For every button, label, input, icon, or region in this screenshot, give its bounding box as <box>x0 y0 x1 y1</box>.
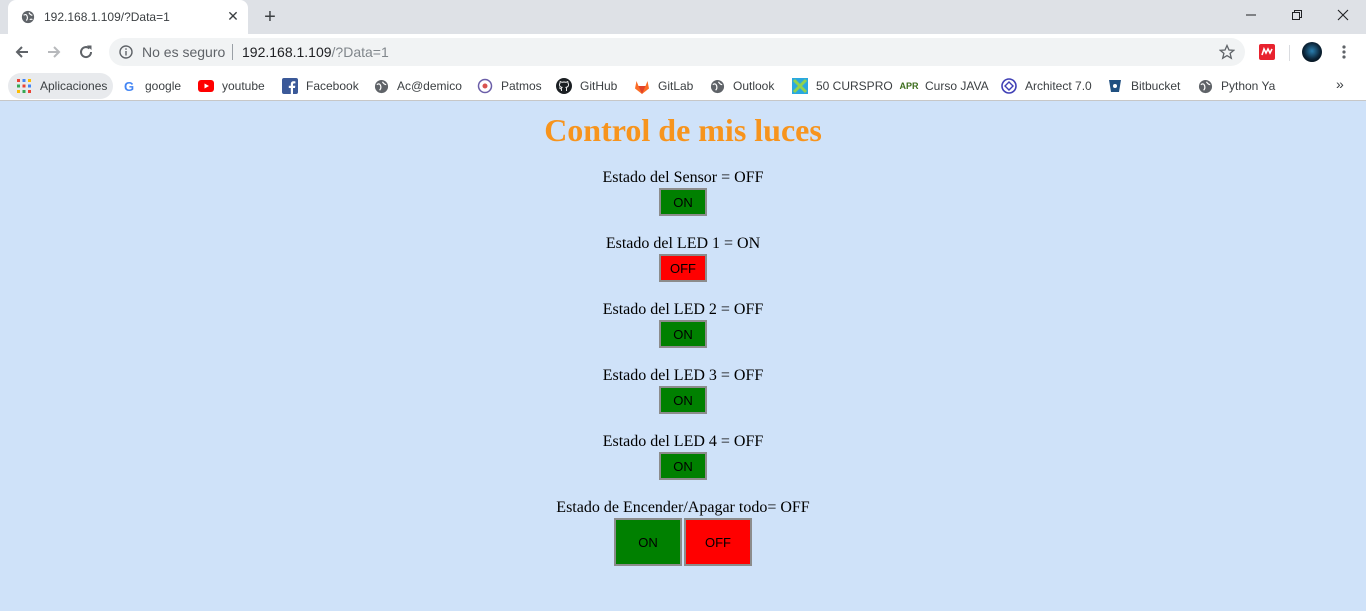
bookmark-label: Aplicaciones <box>40 79 108 93</box>
cursos-icon <box>792 78 808 94</box>
bitbucket-icon <box>1107 78 1123 94</box>
page-title: Control de mis luces <box>544 112 822 148</box>
info-icon[interactable] <box>119 45 133 59</box>
title-bar: 192.168.1.109/?Data=1 ✕ + <box>0 0 1366 34</box>
sensor-status-label: Estado del Sensor = OFF <box>602 169 764 186</box>
bookmark-youtube[interactable]: youtube <box>198 73 265 99</box>
facebook-icon <box>282 78 298 94</box>
bookmark-label: Curso JAVA <box>925 79 989 93</box>
led1-off-button[interactable]: OFF <box>659 254 707 282</box>
bookmark-outlook[interactable]: Outlook <box>709 73 774 99</box>
led3-on-button[interactable]: ON <box>659 386 707 414</box>
back-button[interactable] <box>8 38 36 66</box>
globe-icon <box>21 10 35 24</box>
url-query: /?Data=1 <box>331 44 389 60</box>
youtube-icon <box>198 78 214 94</box>
bookmark-gitlab[interactable]: GitLab <box>634 73 693 99</box>
security-status[interactable]: No es seguro <box>142 44 225 60</box>
forward-arrow-icon <box>48 46 61 58</box>
bookmark-github[interactable]: GitHub <box>556 73 617 99</box>
url-host: 192.168.1.109 <box>242 44 332 60</box>
led2-status-label: Estado del LED 2 = OFF <box>602 301 764 318</box>
bookmark-star-icon[interactable] <box>1219 44 1235 60</box>
all-on-button[interactable]: ON <box>614 518 682 566</box>
bookmark-label: 50 CURSPRO <box>816 79 893 93</box>
bookmark-label: google <box>145 79 182 93</box>
architect-icon <box>1001 78 1017 94</box>
led2-on-button[interactable]: ON <box>659 320 707 348</box>
bookmark-google[interactable]: G google <box>121 73 181 99</box>
restore-button[interactable] <box>1274 0 1320 30</box>
globe-icon <box>1197 78 1213 94</box>
more-bookmarks-chevron-icon[interactable]: » <box>1336 76 1344 92</box>
bookmark-50-curspro[interactable]: 50 CURSPRO <box>792 73 893 99</box>
bookmark-label: Architect 7.0 <box>1025 79 1092 93</box>
bookmark-architect[interactable]: Architect 7.0 <box>1001 73 1092 99</box>
led4-on-button[interactable]: ON <box>659 452 707 480</box>
page-content: Control de mis luces Estado del Sensor =… <box>0 102 1366 611</box>
apr-icon: APR <box>899 81 919 91</box>
github-icon <box>556 78 572 94</box>
profile-avatar[interactable] <box>1302 42 1322 62</box>
restore-icon <box>1292 10 1302 20</box>
all-status-label: Estado de Encender/Apagar todo= OFF <box>556 499 810 516</box>
new-tab-button[interactable]: + <box>259 6 281 28</box>
bookmark-label: Ac@demico <box>397 79 462 93</box>
patmos-icon <box>477 78 493 94</box>
toolbar: No es seguro 192.168.1.109/?Data=1 <box>0 34 1366 70</box>
minimize-icon <box>1246 14 1256 16</box>
gitlab-icon <box>634 78 650 94</box>
bookmark-label: Facebook <box>306 79 359 93</box>
extension-glyph-icon <box>1261 46 1273 56</box>
bookmark-label: Patmos <box>501 79 542 93</box>
close-window-button[interactable] <box>1320 0 1366 30</box>
bookmark-label: GitLab <box>658 79 694 93</box>
bookmark-label: Python Ya <box>1221 79 1276 93</box>
led3-status-label: Estado del LED 3 = OFF <box>602 367 764 384</box>
url-text[interactable]: 192.168.1.109/?Data=1 <box>242 44 389 60</box>
bookmark-academico[interactable]: Ac@demico <box>373 73 462 99</box>
led4-status-label: Estado del LED 4 = OFF <box>602 433 764 450</box>
bookmark-facebook[interactable]: Facebook <box>282 73 359 99</box>
bookmark-python-ya[interactable]: Python Ya <box>1197 73 1275 99</box>
bookmark-label: Outlook <box>733 79 775 93</box>
bookmark-curso-java[interactable]: APR Curso JAVA <box>899 73 989 99</box>
bookmark-aplicaciones[interactable]: Aplicaciones <box>8 73 114 99</box>
bookmark-label: youtube <box>222 79 265 93</box>
google-icon: G <box>123 78 135 94</box>
forward-button[interactable] <box>40 38 68 66</box>
sensor-on-button[interactable]: ON <box>659 188 707 216</box>
bookmark-patmos[interactable]: Patmos <box>477 73 542 99</box>
address-bar[interactable]: No es seguro 192.168.1.109/?Data=1 <box>109 38 1245 66</box>
back-arrow-icon <box>15 46 28 58</box>
tab-title: 192.168.1.109/?Data=1 <box>44 10 170 24</box>
minimize-button[interactable] <box>1228 0 1274 30</box>
browser-tab[interactable]: 192.168.1.109/?Data=1 ✕ <box>8 0 248 34</box>
all-off-button[interactable]: OFF <box>684 518 752 566</box>
bookmarks-bar: Aplicaciones G google youtube Facebook A… <box>0 70 1366 101</box>
tab-close-icon[interactable]: ✕ <box>225 8 241 24</box>
reload-button[interactable] <box>72 38 100 66</box>
led1-status-label: Estado del LED 1 = ON <box>605 235 761 252</box>
close-icon <box>1337 9 1349 21</box>
globe-icon <box>709 78 725 94</box>
reload-icon <box>80 45 93 59</box>
toolbar-separator <box>1289 45 1290 61</box>
bookmark-bitbucket[interactable]: Bitbucket <box>1107 73 1180 99</box>
omnibox-divider <box>232 44 233 60</box>
globe-icon <box>373 78 389 94</box>
bookmark-label: Bitbucket <box>1131 79 1181 93</box>
menu-kebab-icon[interactable] <box>1337 44 1351 60</box>
extension-icon[interactable] <box>1259 44 1275 60</box>
apps-grid-icon <box>16 78 32 94</box>
bookmark-label: GitHub <box>580 79 618 93</box>
